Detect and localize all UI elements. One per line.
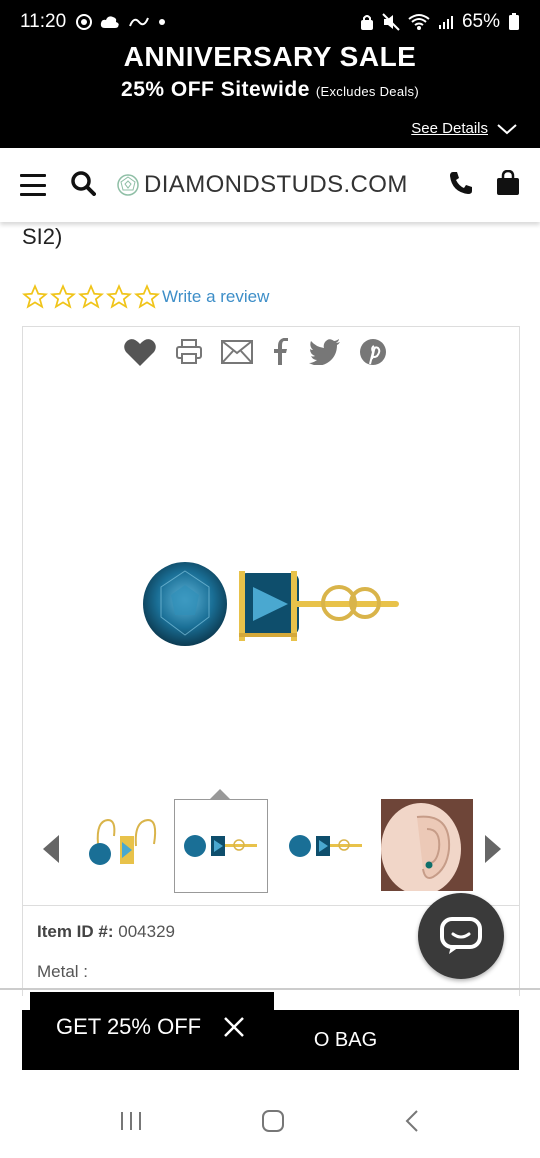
product-rating: Write a review	[22, 284, 269, 310]
status-system-icons: 65%	[360, 11, 520, 33]
chevron-left-icon[interactable]	[41, 833, 61, 870]
product-title: SI2)	[22, 224, 63, 249]
divider	[0, 988, 540, 990]
see-details-link[interactable]: See Details	[411, 120, 518, 137]
thumbnail-stud-front[interactable]	[174, 799, 268, 893]
chevron-right-icon[interactable]	[483, 833, 503, 870]
home-icon[interactable]	[260, 1108, 286, 1139]
rating-stars	[22, 284, 160, 310]
search-icon[interactable]	[70, 170, 96, 201]
system-nav-bar	[0, 1088, 540, 1158]
get-discount-popup[interactable]: GET 25% OFF	[30, 992, 274, 1062]
share-bar	[123, 337, 387, 367]
star-icon	[106, 284, 132, 309]
battery-percent: 65%	[461, 11, 500, 32]
thumbnail-strip	[23, 797, 521, 897]
product-gallery	[22, 326, 520, 906]
star-icon	[134, 284, 160, 309]
metal-label: Metal :	[37, 962, 89, 981]
thumbnail-leverback[interactable]	[75, 799, 169, 893]
star-icon	[22, 284, 48, 309]
promo-note: (Excludes Deals)	[315, 84, 419, 99]
site-header: DIAMONDSTUDS.COM	[0, 148, 540, 222]
twitter-icon[interactable]	[309, 339, 341, 365]
chat-button[interactable]	[418, 893, 504, 979]
promo-subtitle: 25% OFF Sitewide (Excludes Deals)	[0, 78, 540, 102]
facebook-icon[interactable]	[271, 338, 291, 366]
site-logo[interactable]: DIAMONDSTUDS.COM	[116, 171, 408, 199]
phone-icon[interactable]	[448, 170, 474, 201]
mute-icon	[382, 13, 400, 31]
item-id-value: 004329	[118, 922, 175, 941]
star-icon	[78, 284, 104, 309]
chat-icon	[440, 917, 482, 954]
header-actions	[448, 169, 520, 201]
star-icon	[50, 284, 76, 309]
status-time: 11:20	[20, 11, 67, 32]
get-discount-label: GET 25% OFF	[56, 1014, 202, 1039]
promo-title: ANNIVERSARY SALE	[123, 41, 417, 72]
lock-icon	[360, 14, 374, 30]
close-icon[interactable]	[223, 1016, 245, 1038]
status-bar: 11:20 65%	[0, 0, 540, 44]
thumbnail-on-ear[interactable]	[381, 799, 473, 891]
recent-apps-icon[interactable]	[118, 1109, 144, 1138]
promo-banner: ANNIVERSARY SALE 25% OFF Sitewide (Exclud…	[0, 41, 540, 148]
dot-icon	[158, 18, 166, 26]
battery-icon	[508, 13, 520, 31]
item-id-row: Item ID #: 004329	[37, 922, 175, 942]
status-notification-icons	[76, 14, 166, 30]
thumbnail-stud-side[interactable]	[279, 799, 373, 893]
add-to-bag-label: O BAG	[313, 1028, 378, 1051]
email-icon[interactable]	[221, 339, 253, 365]
shopping-bag-icon[interactable]	[496, 169, 520, 201]
menu-icon[interactable]	[20, 174, 46, 196]
diamond-logo-icon	[117, 174, 139, 196]
promo-subtitle-text: 25% OFF Sitewide	[121, 78, 310, 101]
signal-icon	[438, 14, 454, 30]
link-icon	[128, 16, 150, 28]
chrome-icon	[76, 14, 93, 30]
print-icon[interactable]	[175, 338, 203, 366]
see-details-label: See Details	[411, 120, 488, 137]
heart-icon[interactable]	[123, 337, 157, 367]
write-review-link[interactable]: Write a review	[162, 287, 269, 307]
cloud-icon	[100, 15, 120, 29]
pinterest-icon[interactable]	[359, 338, 387, 366]
logo-text: DIAMONDSTUDS.COM	[144, 171, 408, 198]
back-icon[interactable]	[402, 1108, 422, 1139]
wifi-icon	[408, 13, 430, 31]
item-id-label: Item ID #:	[37, 922, 114, 941]
main-product-image[interactable]	[143, 557, 403, 667]
chevron-down-icon	[497, 123, 517, 134]
